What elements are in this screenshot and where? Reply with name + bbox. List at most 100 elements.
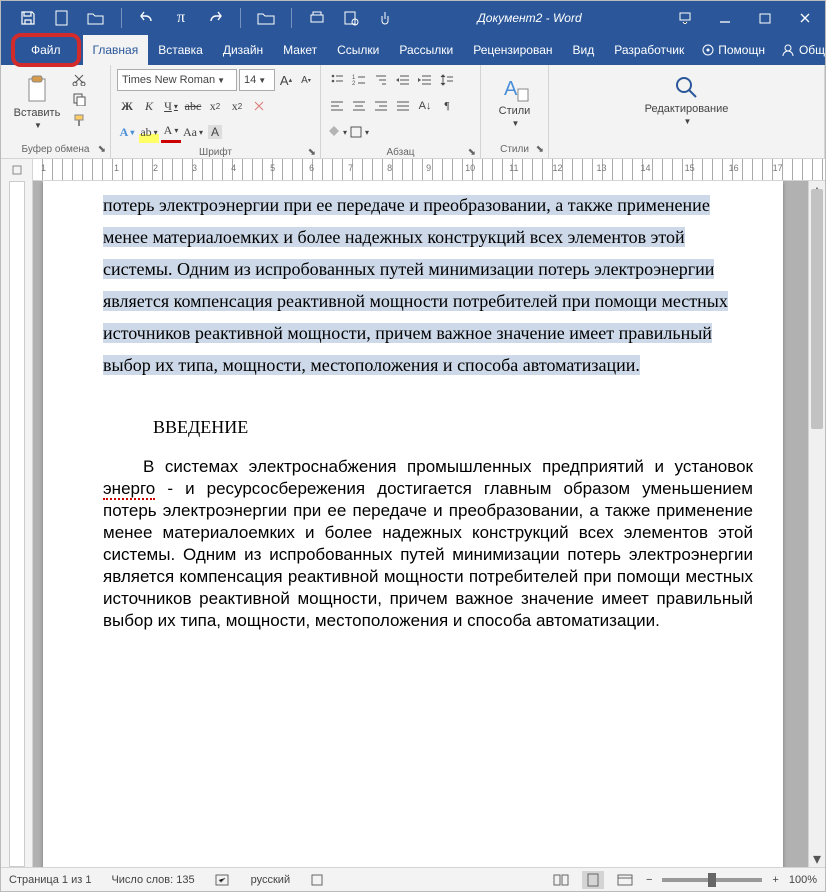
- char-shading-icon[interactable]: A: [205, 121, 225, 143]
- body-paragraph[interactable]: В системах электроснабжения промышленных…: [103, 456, 753, 632]
- language[interactable]: русский: [251, 874, 290, 886]
- print-preview-icon[interactable]: [342, 9, 360, 27]
- undo-icon[interactable]: [138, 9, 156, 27]
- numbering-icon[interactable]: 12: [349, 69, 369, 91]
- tab-mailings[interactable]: Рассылки: [389, 35, 463, 65]
- vertical-scrollbar[interactable]: ▴ ▾: [808, 181, 825, 867]
- zoom-in-icon[interactable]: +: [772, 874, 778, 886]
- touch-mode-icon[interactable]: [376, 9, 394, 27]
- decrease-indent-icon[interactable]: [393, 69, 413, 91]
- minimize-icon[interactable]: [705, 1, 745, 35]
- styles-button[interactable]: A Стили ▼: [487, 69, 542, 128]
- styles-label: Стили: [500, 144, 529, 155]
- folder-icon[interactable]: [257, 9, 275, 27]
- selected-text[interactable]: потерь электроэнергии при ее передаче и …: [103, 189, 753, 381]
- spell-check-icon[interactable]: [215, 873, 231, 887]
- new-doc-icon[interactable]: [53, 9, 71, 27]
- vertical-ruler[interactable]: [1, 181, 33, 867]
- justify-icon[interactable]: [393, 95, 413, 117]
- para-launcher-icon[interactable]: ⬊: [468, 147, 476, 158]
- copy-icon[interactable]: [69, 89, 89, 109]
- horizontal-ruler[interactable]: 11234567891011121314151617: [1, 159, 825, 181]
- underline-button[interactable]: Ч▾: [161, 95, 181, 117]
- ruler-corner: [1, 159, 33, 181]
- tab-home[interactable]: Главная: [83, 35, 149, 65]
- quick-access-toolbar: π: [1, 8, 394, 28]
- strike-button[interactable]: abc: [183, 95, 203, 117]
- multilevel-icon[interactable]: [371, 69, 391, 91]
- heading[interactable]: ВВЕДЕНИЕ: [153, 417, 753, 438]
- styles-launcher-icon[interactable]: ⬊: [536, 144, 544, 155]
- zoom-knob[interactable]: [708, 873, 716, 887]
- font-color-icon[interactable]: A▾: [161, 121, 181, 143]
- scroll-down-icon[interactable]: ▾: [809, 850, 825, 867]
- title-bar: π Документ2 - Word: [1, 1, 825, 35]
- redo-icon[interactable]: [206, 9, 224, 27]
- pi-icon[interactable]: π: [172, 9, 190, 27]
- bullets-icon[interactable]: [327, 69, 347, 91]
- tab-layout[interactable]: Макет: [273, 35, 327, 65]
- maximize-icon[interactable]: [745, 1, 785, 35]
- scroll-thumb[interactable]: [811, 189, 823, 429]
- subscript-button[interactable]: x2: [205, 95, 225, 117]
- shrink-font-icon[interactable]: A▾: [297, 69, 315, 91]
- page-count[interactable]: Страница 1 из 1: [9, 874, 91, 886]
- editing-button[interactable]: Редактирование ▼: [555, 69, 818, 126]
- increase-indent-icon[interactable]: [415, 69, 435, 91]
- spelling-error[interactable]: энерго: [103, 479, 155, 500]
- grow-font-icon[interactable]: A▴: [277, 69, 295, 91]
- zoom-slider[interactable]: [662, 878, 762, 882]
- zoom-level[interactable]: 100%: [789, 874, 817, 886]
- quick-print-icon[interactable]: [308, 9, 326, 27]
- page[interactable]: потерь электроэнергии при ее передаче и …: [43, 181, 783, 867]
- word-count[interactable]: Число слов: 135: [111, 874, 194, 886]
- line-spacing-icon[interactable]: [437, 69, 457, 91]
- show-marks-icon[interactable]: ¶: [437, 95, 457, 117]
- tab-view[interactable]: Вид: [563, 35, 605, 65]
- group-editing: Редактирование ▼: [549, 65, 825, 158]
- font-size-combo[interactable]: 14▼: [239, 69, 275, 91]
- tab-file[interactable]: Файл: [11, 33, 81, 67]
- svg-text:A: A: [504, 78, 518, 100]
- save-icon[interactable]: [19, 9, 37, 27]
- font-launcher-icon[interactable]: ⬊: [308, 147, 316, 158]
- borders-icon[interactable]: ▾: [349, 121, 369, 143]
- align-center-icon[interactable]: [349, 95, 369, 117]
- tab-design[interactable]: Дизайн: [213, 35, 273, 65]
- cut-icon[interactable]: [69, 69, 89, 89]
- highlight-icon[interactable]: ab▾: [139, 121, 159, 143]
- print-layout-icon[interactable]: [582, 871, 604, 889]
- tell-me[interactable]: Помощн: [694, 35, 773, 65]
- ribbon-options-icon[interactable]: [665, 1, 705, 35]
- text-effects-icon[interactable]: A▾: [117, 121, 137, 143]
- italic-button[interactable]: К: [139, 95, 159, 117]
- align-right-icon[interactable]: [371, 95, 391, 117]
- clipboard-label: Буфер обмена: [22, 144, 90, 155]
- shading-icon[interactable]: ▾: [327, 121, 347, 143]
- clipboard-launcher-icon[interactable]: ⬊: [98, 144, 106, 155]
- share-button[interactable]: Общий доступ: [773, 35, 826, 65]
- tab-insert[interactable]: Вставка: [148, 35, 213, 65]
- tell-me-label: Помощн: [718, 43, 765, 57]
- superscript-button[interactable]: x2: [227, 95, 247, 117]
- paste-button[interactable]: Вставить ▼: [7, 69, 67, 130]
- document-scroll[interactable]: потерь электроэнергии при ее передаче и …: [33, 181, 825, 867]
- format-painter-icon[interactable]: [69, 110, 89, 130]
- window-controls: [665, 1, 825, 35]
- change-case-icon[interactable]: Aa▾: [183, 121, 203, 143]
- zoom-out-icon[interactable]: −: [646, 874, 652, 886]
- align-left-icon[interactable]: [327, 95, 347, 117]
- tab-developer[interactable]: Разработчик: [604, 35, 694, 65]
- sort-icon[interactable]: A↓: [415, 95, 435, 117]
- font-name-combo[interactable]: Times New Roman▼: [117, 69, 237, 91]
- read-mode-icon[interactable]: [550, 871, 572, 889]
- tab-review[interactable]: Рецензирован: [463, 35, 562, 65]
- tab-references[interactable]: Ссылки: [327, 35, 389, 65]
- clear-format-icon[interactable]: [249, 95, 269, 117]
- open-icon[interactable]: [87, 9, 105, 27]
- close-icon[interactable]: [785, 1, 825, 35]
- macro-icon[interactable]: [310, 873, 324, 887]
- ruler-scale: 11234567891011121314151617: [33, 159, 825, 180]
- web-layout-icon[interactable]: [614, 871, 636, 889]
- bold-button[interactable]: Ж: [117, 95, 137, 117]
